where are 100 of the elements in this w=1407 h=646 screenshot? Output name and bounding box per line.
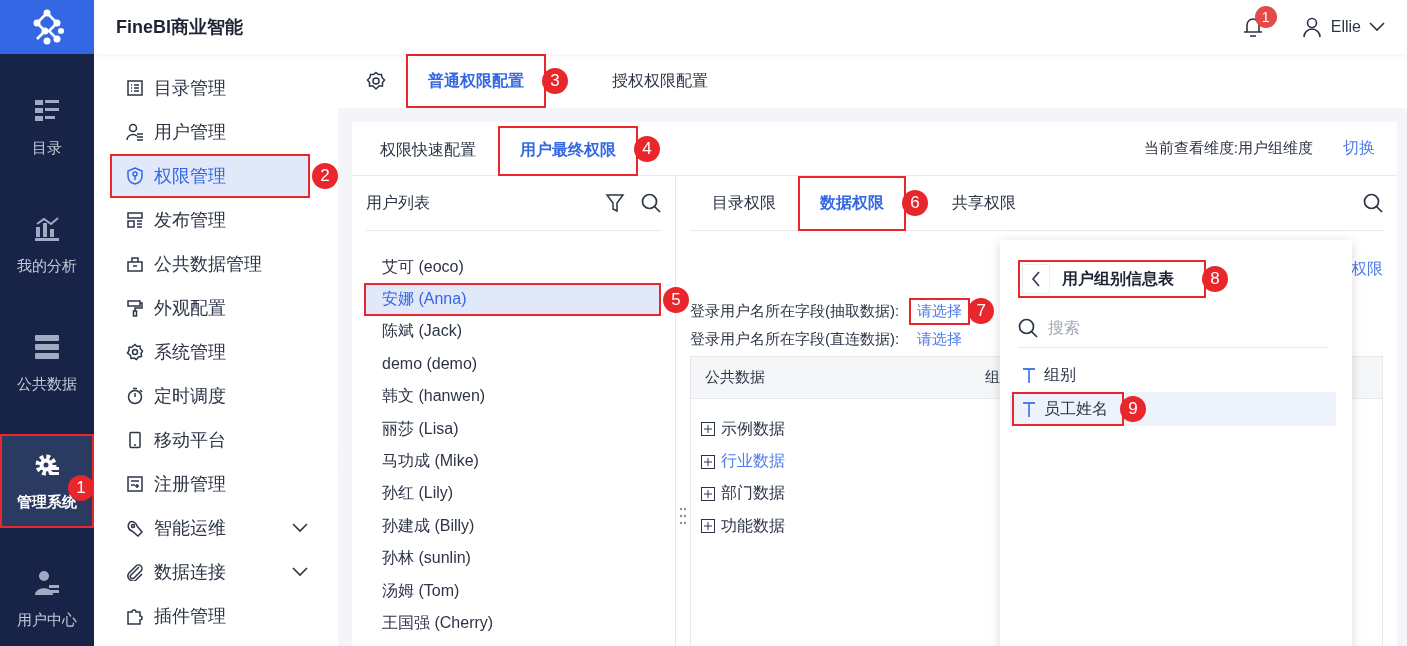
menu-item[interactable]: 发布管理 (110, 198, 310, 242)
user-icon (126, 123, 144, 141)
tab[interactable]: 权限快速配置 (358, 125, 498, 176)
tree-item[interactable]: 示例数据 (721, 418, 785, 440)
view-dimension-text: 当前查看维度:用户组维度 (1143, 139, 1313, 158)
rail-item[interactable]: 我的分析 (0, 186, 94, 304)
tab[interactable]: 目录权限 (690, 175, 798, 231)
user-list-item[interactable]: 孙林 (sunlin) (364, 542, 661, 575)
user-list-item[interactable]: 陈斌 (Jack) (364, 315, 661, 349)
back-button[interactable] (1022, 264, 1050, 294)
paint-roller-icon (126, 299, 144, 317)
menu-item[interactable]: 权限管理 (110, 154, 310, 198)
tree-item[interactable]: 行业数据 (721, 451, 785, 473)
user-list-item[interactable]: 丽莎 (Lisa) (364, 412, 661, 446)
list-icon (126, 79, 144, 97)
bar-chart-icon (33, 214, 61, 243)
field-label: 登录用户名所在字段(抽取数据): (690, 301, 900, 321)
user-list-item[interactable]: 韩文 (hanwen) (364, 380, 661, 413)
callout-badge: 2 (312, 163, 338, 189)
menu-item[interactable]: 目录管理 (110, 66, 310, 110)
user-list-item[interactable]: 汤姆 (Tom) (364, 574, 661, 608)
field-option[interactable]: 员工姓名 9 (1010, 392, 1336, 426)
menu-item[interactable]: 注册管理 (110, 462, 310, 506)
panel-title: 用户组别信息表 (1062, 268, 1174, 289)
field-label: 登录用户名所在字段(直连数据): (690, 329, 900, 349)
callout-badge: 8 (1202, 266, 1228, 292)
menu-item[interactable]: 定时调度 (110, 374, 310, 418)
expand-icon (701, 422, 715, 437)
user-list-item[interactable]: 孙红 (Lily) (364, 477, 661, 511)
callout-badge: 5 (663, 286, 689, 313)
rail-item[interactable]: 公共数据 (0, 304, 94, 422)
callout-badge: 3 (542, 68, 568, 94)
stopwatch-icon (126, 387, 144, 405)
menu-item[interactable]: 用户管理 (110, 110, 310, 154)
phone-icon (126, 431, 144, 449)
menu-item[interactable]: 系统管理 (110, 330, 310, 374)
menu-item[interactable]: 公共数据管理 (110, 242, 310, 286)
menu-item[interactable]: 移动平台 (110, 418, 310, 462)
tree-item[interactable]: 功能数据 (721, 515, 785, 537)
rail-item[interactable]: 目录 (0, 68, 94, 186)
pane-title: 用户列表 (366, 192, 431, 213)
menu-item[interactable]: 插件管理 (110, 594, 310, 638)
user-list-item[interactable]: 马功成 (Mike) (364, 445, 661, 478)
drag-handle-icon (679, 506, 687, 526)
menu-item[interactable]: 智能运维 (110, 506, 310, 550)
briefcase-icon (126, 255, 144, 273)
bell-icon (1242, 16, 1263, 38)
tab[interactable]: 普通权限配置 (406, 54, 546, 108)
user-name[interactable]: Ellie (1330, 18, 1361, 36)
search-icon (1018, 317, 1038, 338)
tab[interactable]: 共享权限 (930, 175, 1038, 231)
chevron-left-icon (1031, 271, 1041, 287)
chevron-down-icon (1369, 22, 1385, 32)
user-list-item[interactable]: demo (demo) (364, 348, 661, 381)
callout-badge: 7 (968, 298, 995, 324)
field-name: 员工姓名 (1044, 398, 1108, 419)
chevron-down-icon (292, 523, 308, 533)
search-field[interactable]: 搜索 (1046, 317, 1328, 338)
gear-icon (126, 343, 144, 361)
field-name: 组别 (1044, 364, 1076, 385)
tree-item[interactable]: 部门数据 (721, 483, 785, 505)
shield-icon (126, 167, 144, 185)
callout-badge: 9 (1120, 396, 1146, 422)
switch-link[interactable]: 切换 (1335, 134, 1383, 163)
rail-item[interactable]: 用户中心 (0, 540, 94, 646)
column-header: 组 (984, 368, 1000, 387)
settings-icon (366, 71, 386, 91)
filter-icon (605, 193, 625, 213)
expand-icon (701, 454, 715, 469)
search-icon (641, 193, 661, 213)
text-type-icon (1022, 367, 1036, 383)
register-icon (126, 475, 144, 493)
stacked-bars-icon (33, 332, 61, 361)
column-header: 公共数据 (704, 368, 766, 387)
callout-badge: 4 (634, 135, 660, 162)
user-list-item[interactable]: 王国强 (Cherry) (364, 607, 661, 640)
search-icon (1363, 193, 1383, 213)
expand-icon (701, 486, 715, 501)
user-list-item[interactable]: 艾可 (eoco) (364, 251, 661, 284)
expand-icon (701, 519, 715, 534)
select-link[interactable]: 请选择 (909, 325, 971, 353)
user-icon (33, 568, 61, 597)
field-option[interactable]: 组别 (1010, 358, 1336, 392)
permission-link[interactable]: 权限 (1351, 259, 1383, 297)
tab[interactable]: 用户最终权限 (498, 125, 638, 176)
user-list-item[interactable]: 安娜 (Anna) (364, 283, 661, 316)
app-title: FineBI商业智能 (116, 16, 244, 39)
tab[interactable]: 数据权限 (798, 175, 906, 231)
menu-item[interactable]: 外观配置 (110, 286, 310, 330)
callout-badge: 6 (902, 190, 928, 216)
tab[interactable]: 授权权限配置 (590, 54, 730, 108)
menu-item[interactable]: 数据连接 (110, 550, 310, 594)
chevron-down-icon (292, 567, 308, 577)
user-icon (1302, 17, 1321, 37)
notification-badge: 1 (1254, 6, 1277, 28)
paperclip-icon (126, 563, 144, 581)
puzzle-icon (126, 607, 144, 625)
text-type-icon (1022, 401, 1036, 417)
layout-icon (126, 211, 144, 229)
user-list-item[interactable]: 孙建成 (Billy) (364, 510, 661, 543)
